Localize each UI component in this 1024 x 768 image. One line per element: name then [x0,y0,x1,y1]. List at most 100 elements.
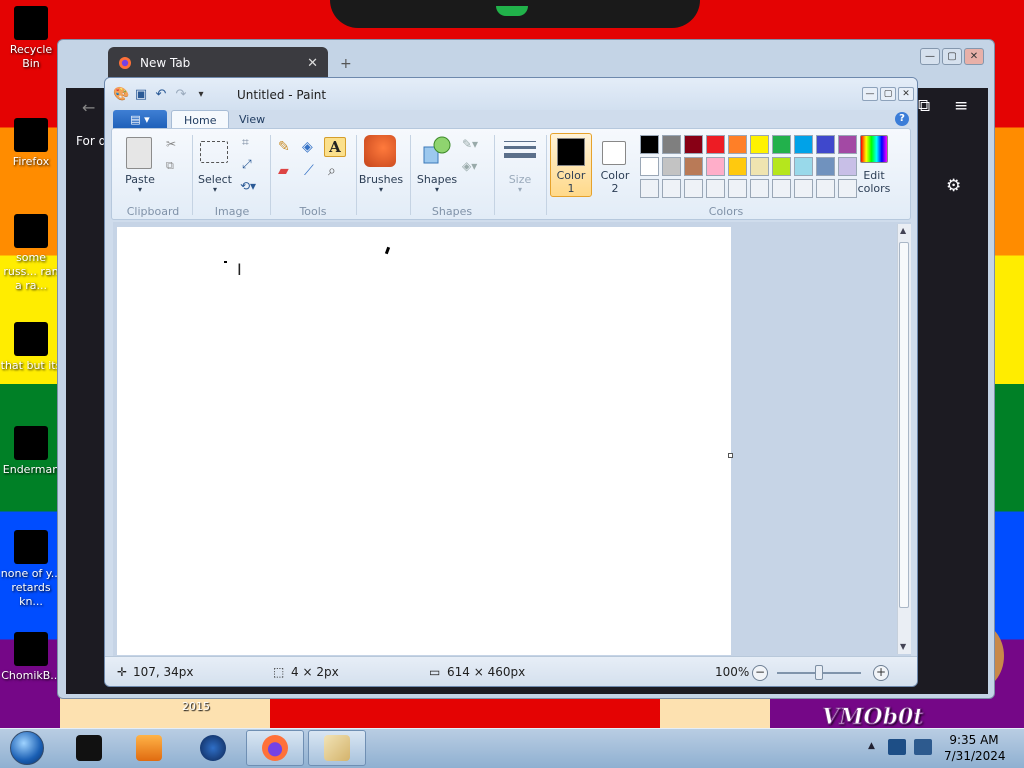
palette-swatch[interactable] [662,157,681,176]
taskbar-item-media-player[interactable] [120,730,178,766]
palette-swatch[interactable] [662,135,681,154]
vertical-scrollbar-thumb[interactable] [899,242,909,608]
firefox-menu-icon[interactable]: ≡ [954,96,968,116]
tab-view[interactable]: View [227,110,277,129]
outline-icon[interactable]: ✎▾ [462,137,478,151]
brushes-dropdown-icon[interactable]: ▾ [358,185,404,194]
firefox-settings-icon[interactable]: ⚙ [946,176,961,196]
palette-swatch[interactable] [838,135,857,154]
palette-swatch[interactable] [728,179,747,198]
network-icon[interactable] [888,739,906,755]
palette-swatch[interactable] [706,179,725,198]
desktop-icon[interactable]: Firefox [0,118,62,169]
cut-icon[interactable]: ✂ [166,137,176,151]
select-icon[interactable] [200,141,228,163]
size-icon[interactable] [504,139,536,161]
copy-icon[interactable]: ⧉ [166,159,174,173]
palette-swatch[interactable] [772,179,791,198]
scroll-up-icon[interactable]: ▲ [900,226,906,235]
color2-label[interactable]: Color [594,169,636,182]
paste-icon[interactable] [126,137,152,169]
size-dropdown-icon[interactable]: ▾ [498,185,542,194]
color2-swatch[interactable] [602,141,626,165]
desktop-icon[interactable]: ChomikB... [0,632,62,683]
scroll-down-icon[interactable]: ▼ [900,642,906,651]
brushes-icon[interactable] [364,135,396,167]
redo-icon[interactable]: ↷ [173,87,189,103]
volume-icon[interactable] [914,739,932,755]
palette-swatch[interactable] [750,179,769,198]
desktop-icon[interactable]: Recycle Bin [0,6,62,71]
palette-swatch[interactable] [728,157,747,176]
fill-style-icon[interactable]: ◈▾ [462,159,477,173]
desktop-icon[interactable]: that but its [0,322,62,373]
customize-qat-icon[interactable]: ▾ [193,87,209,103]
magnifier-icon[interactable]: ⌕ [328,163,336,179]
color2-label-number[interactable]: 2 [594,182,636,195]
rotate-icon[interactable]: ⟲▾ [240,179,256,193]
taskbar-item-firefox[interactable] [246,730,304,766]
palette-swatch[interactable] [816,135,835,154]
select-dropdown-icon[interactable]: ▾ [196,185,234,194]
palette-swatch[interactable] [816,179,835,198]
paint-maximize-button[interactable]: ▢ [880,87,896,101]
tab-home[interactable]: Home [171,110,230,129]
show-hidden-icons-icon[interactable]: ▲ [868,741,875,751]
palette-swatch[interactable] [728,135,747,154]
zoom-in-button[interactable]: + [873,665,889,681]
edit-colors-button[interactable]: Edit [852,169,896,182]
taskbar-clock[interactable]: 9:35 AM 7/31/2024 [944,732,1006,764]
taskbar-item-browser[interactable] [184,730,242,766]
fill-icon[interactable]: ◈ [302,139,313,155]
palette-swatch[interactable] [640,157,659,176]
crop-icon[interactable]: ⌗ [242,135,249,150]
help-icon[interactable]: ? [895,112,909,126]
palette-swatch[interactable] [816,157,835,176]
palette-swatch[interactable] [684,157,703,176]
zoom-slider-thumb[interactable] [815,665,823,680]
palette-swatch[interactable] [640,179,659,198]
taskbar-item-cmd[interactable] [60,730,118,766]
firefox-new-tab-icon[interactable]: + [340,56,352,72]
shapes-dropdown-icon[interactable]: ▾ [414,185,460,194]
palette-swatch[interactable] [640,135,659,154]
palette-swatch[interactable] [662,179,681,198]
paint-close-button[interactable]: ✕ [898,87,914,101]
firefox-close-button[interactable]: ✕ [964,48,984,65]
undo-icon[interactable]: ↶ [153,87,169,103]
firefox-tab-new-tab[interactable]: New Tab ✕ [108,47,328,79]
canvas-resize-handle[interactable] [728,453,733,458]
edit-colors-icon[interactable] [860,135,888,163]
palette-swatch[interactable] [794,179,813,198]
taskbar-item-paint[interactable] [308,730,366,766]
zoom-out-button[interactable]: − [752,665,768,681]
firefox-minimize-button[interactable]: — [920,48,940,65]
eraser-icon[interactable]: ▰ [278,163,289,179]
firefox-tab-close-icon[interactable]: ✕ [307,56,318,71]
palette-swatch[interactable] [706,135,725,154]
palette-swatch[interactable] [684,179,703,198]
drawing-canvas[interactable]: I [117,227,733,655]
palette-swatch[interactable] [750,135,769,154]
firefox-back-icon[interactable]: ← [82,98,95,117]
palette-swatch[interactable] [706,157,725,176]
edit-colors-button-line2[interactable]: colors [852,182,896,195]
paint-minimize-button[interactable]: — [862,87,878,101]
save-icon[interactable]: ▣ [133,87,149,103]
desktop-icon[interactable]: none of y... retards kn... [0,530,62,609]
firefox-extensions-icon[interactable]: ⧉ [918,96,930,116]
palette-swatch[interactable] [684,135,703,154]
palette-swatch[interactable] [794,157,813,176]
pencil-icon[interactable]: ✎ [278,139,290,155]
desktop-icon[interactable]: some russ... ran a ra... [0,214,62,293]
paint-file-menu-button[interactable]: ▤ ▾ [113,110,167,129]
color-picker-icon[interactable]: ⟋ [304,163,314,179]
start-button[interactable] [4,729,50,767]
palette-swatch[interactable] [772,157,791,176]
resize-icon[interactable]: ⤢ [242,157,252,172]
paste-dropdown-icon[interactable]: ▾ [120,185,160,194]
palette-swatch[interactable] [794,135,813,154]
text-icon[interactable]: A [324,137,346,157]
palette-swatch[interactable] [772,135,791,154]
firefox-maximize-button[interactable]: ▢ [942,48,962,65]
